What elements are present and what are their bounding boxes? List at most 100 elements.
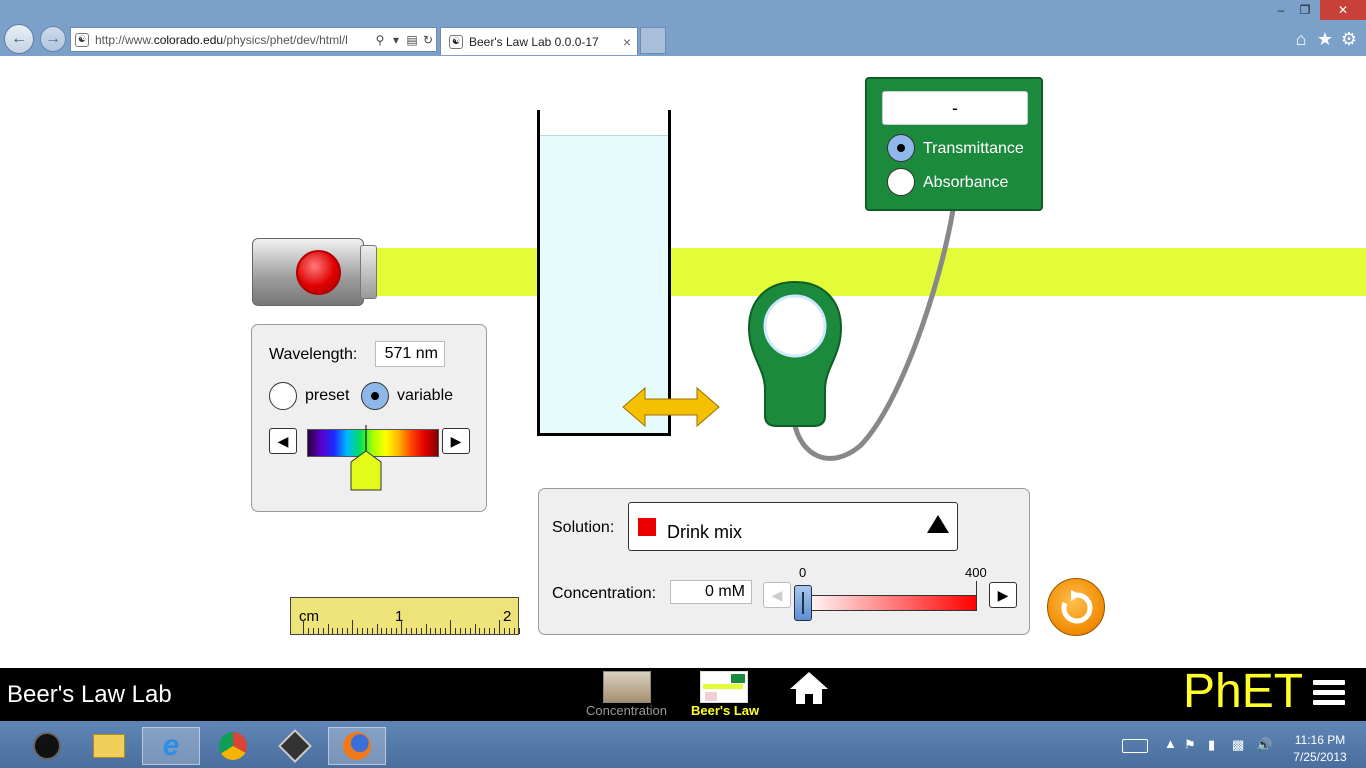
concentration-decrease-button[interactable]: ◀ (763, 582, 791, 608)
taskbar-file-explorer[interactable] (80, 727, 138, 765)
detector-probe[interactable] (745, 278, 845, 428)
ruler-label-2: 2 (503, 608, 512, 625)
search-icon[interactable]: ⚲ (372, 33, 388, 47)
favorites-star-icon[interactable]: ★ (1314, 29, 1336, 50)
slider-min-label: 0 (799, 565, 807, 580)
phet-navbar: Beer's Law Lab Concentration Beer's Law … (0, 665, 1366, 721)
ruler-tick (352, 620, 353, 634)
ruler-tick (337, 628, 339, 634)
variable-label: variable (397, 387, 454, 404)
tab-favicon-icon: ☯ (449, 34, 463, 49)
forward-arrow-icon: → (45, 30, 61, 47)
combo-arrow-icon[interactable] (927, 515, 949, 533)
preset-label: preset (305, 387, 350, 404)
ruler-tick (376, 624, 378, 634)
concentration-screen-icon[interactable] (603, 671, 651, 703)
reset-all-button[interactable] (1047, 578, 1105, 636)
taskbar-internet-explorer[interactable]: e (142, 727, 200, 765)
site-favicon-icon: ☯ (75, 32, 89, 47)
clock-date[interactable]: 7/25/2013 (1288, 750, 1352, 764)
ruler-tick (381, 628, 383, 634)
ruler-tick (386, 628, 388, 634)
network-icon[interactable]: ▩ (1232, 737, 1244, 753)
solution-combo-box[interactable]: Drink mix (628, 502, 958, 551)
beers-law-screen-icon[interactable] (700, 671, 748, 703)
back-arrow-icon: ← (11, 30, 27, 47)
ruler-tick (317, 628, 319, 634)
transmittance-radio[interactable] (887, 134, 915, 162)
left-arrow-icon: ◀ (771, 586, 783, 603)
forward-button[interactable]: → (40, 26, 66, 52)
clock-time[interactable]: 11:16 PM (1290, 733, 1350, 747)
tab-close-icon[interactable]: × (617, 34, 637, 50)
ruler-tick (396, 628, 398, 634)
refresh-icon[interactable]: ↻ (420, 33, 436, 47)
left-arrow-icon: ◀ (277, 432, 289, 449)
ruler-tick (469, 628, 471, 634)
ruler[interactable]: cm 1 2 (290, 597, 520, 635)
taskbar-chrome[interactable] (204, 727, 262, 765)
close-window-button[interactable]: ✕ (1320, 0, 1366, 20)
tab-title: Beer's Law Lab 0.0.0-17 (469, 34, 599, 49)
concentration-value: 0 mM (670, 580, 752, 604)
settings-gear-icon[interactable]: ⚙ (1338, 29, 1360, 50)
solution-label: Solution: (552, 519, 615, 536)
action-center-flag-icon[interactable]: ⚑ (1184, 737, 1196, 753)
tab-beers-law-lab[interactable]: ☯ Beer's Law Lab 0.0.0-17 × (440, 27, 638, 55)
cuvette-width-arrow-icon[interactable] (622, 386, 720, 428)
new-tab-button[interactable] (640, 27, 666, 54)
wavelength-panel: Wavelength: 571 nm preset variable ◀ ▶ (251, 324, 487, 512)
ruler-tick (371, 628, 373, 634)
taskbar-java-app[interactable] (266, 727, 324, 765)
minimize-button[interactable]: – (1270, 0, 1292, 20)
compatibility-view-icon[interactable]: ▤ (404, 33, 420, 47)
restore-button[interactable]: ❐ (1294, 0, 1316, 20)
beers-law-screen-label[interactable]: Beer's Law (691, 703, 759, 718)
ruler-tick (459, 628, 461, 634)
home-icon[interactable]: ⌂ (1290, 29, 1312, 50)
ruler-tick (322, 628, 324, 634)
wavelength-increase-button[interactable]: ▶ (442, 428, 470, 454)
phet-menu-icon[interactable] (1313, 680, 1345, 706)
solution-color-swatch (638, 518, 656, 536)
show-hidden-icons-icon[interactable]: ▲ (1164, 736, 1177, 751)
taskbar-meter-app[interactable] (18, 727, 76, 765)
ruler-tick (464, 628, 466, 634)
gauge-icon (33, 732, 61, 760)
wavelength-decrease-button[interactable]: ◀ (269, 428, 297, 454)
absorbance-radio[interactable] (887, 168, 915, 196)
variable-radio[interactable] (361, 382, 389, 410)
ruler-tick (327, 624, 329, 634)
volume-icon[interactable]: 🔊 (1256, 737, 1272, 753)
concentration-slider-track[interactable] (803, 595, 977, 611)
solution-combo-value: Drink mix (667, 522, 742, 542)
url-text[interactable]: http://www.colorado.edu/physics/phet/dev… (95, 33, 372, 47)
ruler-tick (430, 628, 432, 634)
preset-radio[interactable] (269, 382, 297, 410)
concentration-slider-thumb[interactable] (794, 585, 812, 621)
power-icon[interactable]: ▮ (1208, 737, 1215, 753)
address-bar[interactable]: ☯ http://www.colorado.edu/physics/phet/d… (70, 27, 437, 52)
back-button[interactable]: ← (4, 24, 34, 54)
ie-icon: e (162, 729, 180, 762)
app-diamond-icon (278, 729, 312, 763)
ruler-label-1: 1 (395, 608, 404, 625)
ruler-tick (356, 628, 358, 634)
ruler-tick (513, 628, 515, 634)
wavelength-slider-thumb[interactable] (350, 425, 382, 491)
ruler-tick (410, 628, 412, 634)
keyboard-icon[interactable] (1122, 739, 1148, 753)
taskbar-firefox[interactable] (328, 727, 386, 765)
concentration-label: Concentration: (552, 585, 657, 602)
home-screen-icon[interactable] (788, 670, 830, 706)
concentration-screen-label[interactable]: Concentration (586, 703, 667, 718)
firefox-icon (343, 732, 371, 760)
ruler-tick (332, 628, 334, 634)
ruler-tick (391, 628, 393, 634)
dropdown-icon[interactable]: ▾ (388, 33, 404, 47)
detector-meter[interactable]: - Transmittance Absorbance (865, 77, 1043, 211)
concentration-increase-button[interactable]: ▶ (989, 582, 1017, 608)
simulation-canvas: - Transmittance Absorbance Wavelength: 5… (0, 56, 1366, 668)
light-toggle-button[interactable] (296, 250, 341, 295)
ruler-tick (361, 628, 363, 634)
